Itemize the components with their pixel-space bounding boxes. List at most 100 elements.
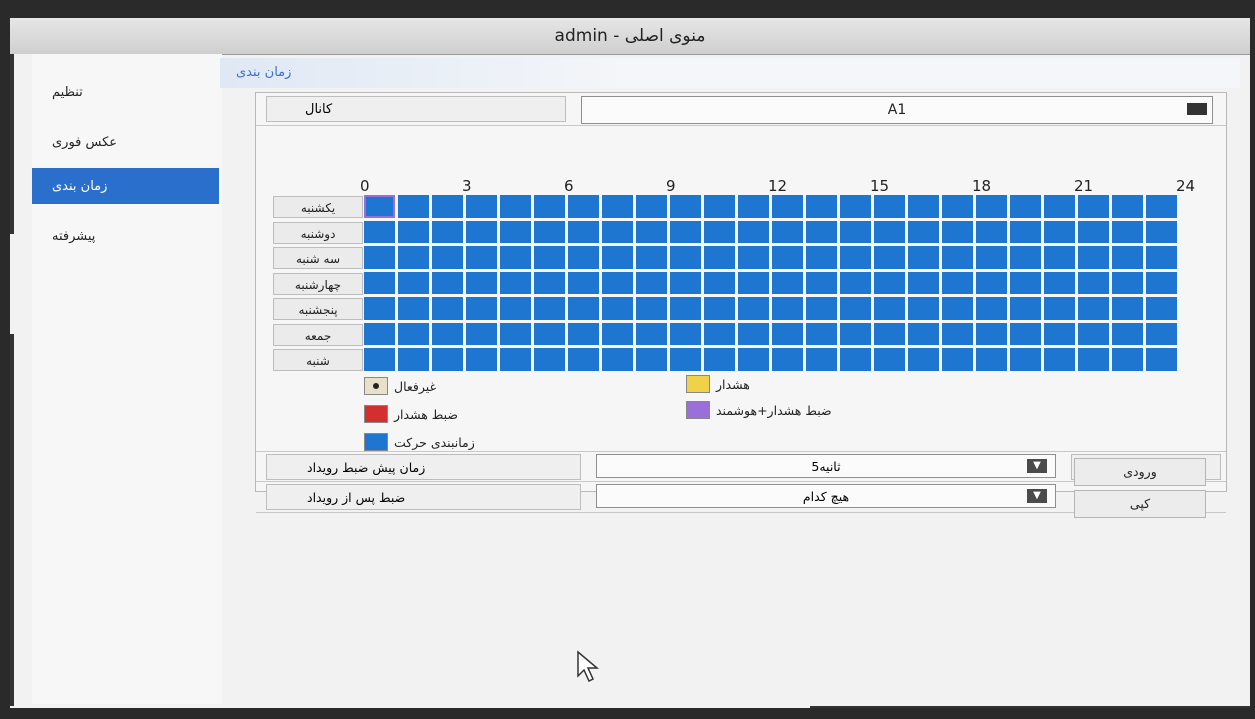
schedule-cell[interactable] xyxy=(874,271,905,294)
schedule-cell[interactable] xyxy=(772,195,803,218)
schedule-cell[interactable] xyxy=(534,322,565,345)
schedule-cell[interactable] xyxy=(874,297,905,320)
schedule-cell[interactable] xyxy=(534,348,565,371)
schedule-cell[interactable] xyxy=(874,246,905,269)
post-record-select[interactable]: هیچ کدام ▼ xyxy=(596,484,1056,508)
schedule-cell[interactable] xyxy=(772,246,803,269)
schedule-cell[interactable] xyxy=(1044,322,1075,345)
schedule-cell[interactable] xyxy=(636,297,667,320)
schedule-cell[interactable] xyxy=(466,348,497,371)
schedule-cell[interactable] xyxy=(534,271,565,294)
schedule-cell[interactable] xyxy=(704,271,735,294)
schedule-cell[interactable] xyxy=(466,220,497,243)
schedule-cell[interactable] xyxy=(1010,246,1041,269)
schedule-cell[interactable] xyxy=(1112,195,1143,218)
schedule-cell[interactable] xyxy=(976,297,1007,320)
schedule-cell[interactable] xyxy=(1010,322,1041,345)
schedule-cell[interactable] xyxy=(942,297,973,320)
schedule-cell[interactable] xyxy=(1112,246,1143,269)
pre-record-select[interactable]: 5ثانیه ▼ xyxy=(596,454,1056,478)
schedule-cell[interactable] xyxy=(568,246,599,269)
schedule-cell[interactable] xyxy=(806,246,837,269)
schedule-cell[interactable] xyxy=(636,220,667,243)
schedule-cell[interactable] xyxy=(432,297,463,320)
input-button[interactable]: ورودی xyxy=(1074,458,1206,486)
schedule-cell[interactable] xyxy=(806,348,837,371)
schedule-cell[interactable] xyxy=(840,322,871,345)
schedule-cell[interactable] xyxy=(670,271,701,294)
sidebar-item-advanced[interactable]: پیشرفته xyxy=(32,218,219,254)
day-label[interactable]: یکشنبه xyxy=(273,196,363,218)
schedule-cell[interactable] xyxy=(1112,348,1143,371)
schedule-cell[interactable] xyxy=(704,348,735,371)
day-label[interactable]: پنجشنبه xyxy=(273,298,363,320)
schedule-cell[interactable] xyxy=(908,220,939,243)
schedule-cell[interactable] xyxy=(636,246,667,269)
schedule-cell[interactable] xyxy=(602,271,633,294)
schedule-cell[interactable] xyxy=(874,195,905,218)
schedule-cell[interactable] xyxy=(1146,348,1177,371)
schedule-cell[interactable] xyxy=(602,348,633,371)
schedule-cell[interactable] xyxy=(466,246,497,269)
schedule-cell[interactable] xyxy=(772,322,803,345)
schedule-cell[interactable] xyxy=(1078,195,1109,218)
schedule-cell[interactable] xyxy=(942,195,973,218)
schedule-cell[interactable] xyxy=(568,348,599,371)
schedule-cell[interactable] xyxy=(364,271,395,294)
schedule-cell[interactable] xyxy=(500,322,531,345)
schedule-cell[interactable] xyxy=(670,297,701,320)
schedule-cell[interactable] xyxy=(806,297,837,320)
schedule-cell[interactable] xyxy=(602,220,633,243)
schedule-cell[interactable] xyxy=(568,220,599,243)
schedule-cell[interactable] xyxy=(1044,246,1075,269)
schedule-cell[interactable] xyxy=(942,348,973,371)
schedule-cell[interactable] xyxy=(636,348,667,371)
sidebar-item-snapshot[interactable]: عکس فوری xyxy=(32,124,219,160)
schedule-cell[interactable] xyxy=(1078,348,1109,371)
schedule-cell[interactable] xyxy=(976,271,1007,294)
schedule-cell[interactable] xyxy=(840,271,871,294)
schedule-cell[interactable] xyxy=(806,220,837,243)
schedule-cell[interactable] xyxy=(908,246,939,269)
schedule-cell[interactable] xyxy=(704,246,735,269)
schedule-cell[interactable] xyxy=(738,195,769,218)
channel-select[interactable]: A1 xyxy=(581,96,1213,124)
schedule-cell[interactable] xyxy=(1078,297,1109,320)
schedule-cell[interactable] xyxy=(534,297,565,320)
schedule-cell[interactable] xyxy=(364,322,395,345)
sidebar-item-settings[interactable]: تنظیم xyxy=(32,74,219,110)
schedule-cell[interactable] xyxy=(806,195,837,218)
schedule-cell[interactable] xyxy=(466,271,497,294)
schedule-cell[interactable] xyxy=(670,220,701,243)
schedule-cell[interactable] xyxy=(398,297,429,320)
schedule-cell[interactable] xyxy=(636,195,667,218)
schedule-cell[interactable] xyxy=(874,220,905,243)
schedule-cell[interactable] xyxy=(874,322,905,345)
schedule-cell[interactable] xyxy=(738,220,769,243)
schedule-cell[interactable] xyxy=(432,220,463,243)
schedule-cell[interactable] xyxy=(840,297,871,320)
schedule-cell[interactable] xyxy=(432,271,463,294)
schedule-cell[interactable] xyxy=(738,297,769,320)
schedule-cell[interactable] xyxy=(738,246,769,269)
day-label[interactable]: دوشنبه xyxy=(273,221,363,244)
schedule-cell[interactable] xyxy=(908,322,939,345)
schedule-cell[interactable] xyxy=(1044,195,1075,218)
schedule-cell[interactable] xyxy=(364,246,395,269)
schedule-cell[interactable] xyxy=(738,271,769,294)
schedule-cell[interactable] xyxy=(398,195,429,218)
schedule-cell[interactable] xyxy=(908,271,939,294)
chevron-down-icon[interactable]: ▼ xyxy=(1027,489,1047,503)
schedule-cell[interactable] xyxy=(568,195,599,218)
day-label[interactable]: چهارشنبه xyxy=(273,272,363,295)
schedule-cell[interactable] xyxy=(534,246,565,269)
schedule-cell[interactable] xyxy=(874,348,905,371)
schedule-cell[interactable] xyxy=(432,348,463,371)
schedule-cell[interactable] xyxy=(364,297,395,320)
schedule-cell[interactable] xyxy=(500,348,531,371)
schedule-cell[interactable] xyxy=(1044,348,1075,371)
schedule-cell[interactable] xyxy=(398,220,429,243)
schedule-cell[interactable] xyxy=(398,348,429,371)
schedule-cell[interactable] xyxy=(670,195,701,218)
schedule-cell[interactable] xyxy=(1146,220,1177,243)
